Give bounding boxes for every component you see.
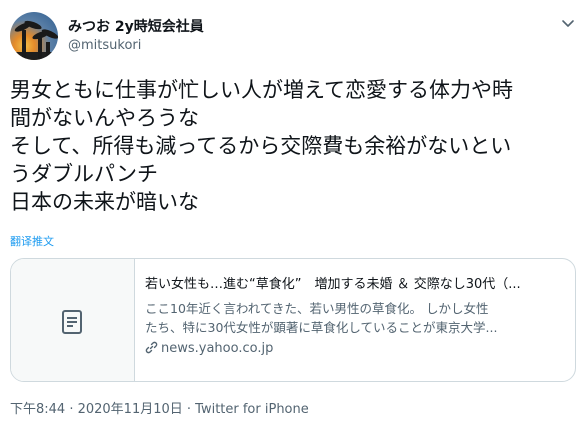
tweet-line: 間がないんやろうな — [10, 106, 199, 130]
avatar-ground — [10, 52, 58, 60]
card-thumbnail — [11, 259, 135, 381]
link-preview-card[interactable]: 若い女性も…進む“草食化” 増加する未婚 ＆ 交際なし30代（... ここ10年… — [10, 258, 576, 382]
palm-tree-trunk — [38, 36, 42, 60]
chevron-down-icon[interactable] — [561, 16, 575, 30]
card-description: ここ10年近く言われてきた、若い男性の草食化。 しかし女性 たち、特に30代女性… — [145, 299, 571, 337]
tweet-text: 男女ともに仕事が忙しい人が増えて恋愛する体力や時 間がないんやろうな そして、所… — [10, 76, 580, 216]
palm-tree-trunk — [22, 30, 26, 60]
user-display-name[interactable]: みつお 2y時短会社員 — [68, 16, 204, 36]
palm-tree-trunk — [46, 42, 50, 60]
tweet-line: 男女ともに仕事が忙しい人が増えて恋愛する体力や時 — [10, 78, 513, 102]
card-title: 若い女性も…進む“草食化” 増加する未婚 ＆ 交際なし30代（... — [145, 277, 521, 292]
card-description-line: たち、特に30代女性が顕著に草食化していることが東京大学... — [145, 320, 498, 335]
card-body: 若い女性も…進む“草食化” 増加する未婚 ＆ 交際なし30代（... ここ10年… — [145, 275, 571, 359]
avatar[interactable] — [10, 12, 58, 60]
tweet-timestamp[interactable]: 下午8:44 · 2020年11月10日 · Twitter for iPhon… — [10, 398, 309, 417]
card-domain-text: news.yahoo.co.jp — [161, 341, 274, 356]
translate-tweet-link[interactable]: 翻译推文 — [10, 233, 54, 249]
user-handle[interactable]: @mitsukori — [68, 38, 141, 53]
palm-leaf — [23, 19, 43, 31]
palm-leaf — [40, 27, 58, 41]
tweet-line: 日本の未来が暗いな — [10, 190, 199, 214]
tweet-line: そして、所得も減ってるから交際費も余裕がないとい — [10, 134, 512, 158]
link-icon — [145, 341, 158, 354]
card-description-line: ここ10年近く言われてきた、若い男性の草食化。 しかし女性 — [145, 301, 489, 316]
document-icon — [62, 310, 82, 334]
tweet-line: うダブルパンチ — [10, 162, 159, 186]
card-domain: news.yahoo.co.jp — [145, 339, 571, 359]
